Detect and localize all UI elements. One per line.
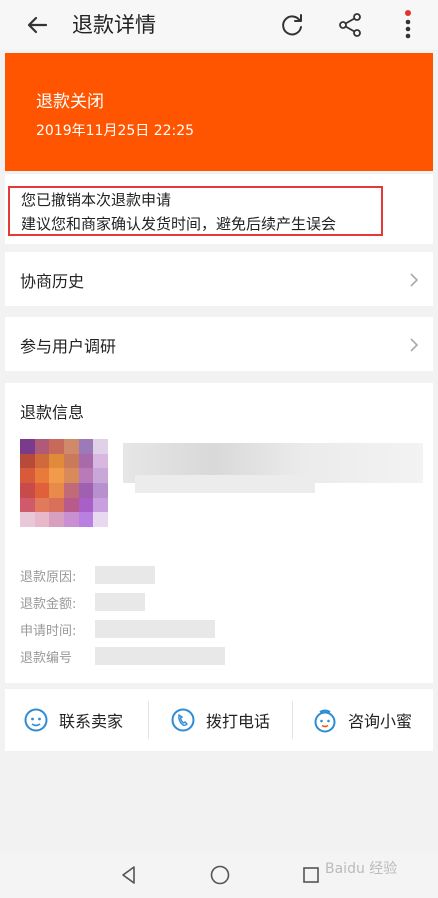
chat-face-icon xyxy=(24,708,48,732)
notice-line-2: 建议您和商家确认发货时间，避免后续产生误会 xyxy=(21,215,337,233)
refund-amount-value-blurred xyxy=(95,593,145,611)
call-label: 拨打电话 xyxy=(206,712,271,731)
action-bar: 联系卖家 拨打电话 咨询小蜜 xyxy=(5,689,433,751)
assistant-face-icon xyxy=(314,709,336,733)
user-research-row[interactable]: 参与用户调研 xyxy=(5,317,433,371)
refund-status-title: 退款关闭 xyxy=(36,92,104,112)
refund-notice: 您已撤销本次退款申请 建议您和商家确认发货时间，避免后续产生误会 xyxy=(5,174,433,244)
refund-reason-label: 退款原因: xyxy=(20,570,77,585)
consult-assistant-label: 咨询小蜜 xyxy=(348,712,413,731)
share-icon[interactable] xyxy=(336,11,364,39)
refund-reason-value-blurred xyxy=(95,566,155,584)
product-thumbnail[interactable] xyxy=(20,439,108,527)
product-spec-blurred xyxy=(135,475,315,493)
notification-dot xyxy=(405,10,411,16)
notice-line-1: 您已撤销本次退款申请 xyxy=(21,191,172,209)
apply-time-value-blurred xyxy=(95,620,215,638)
contact-seller-button[interactable]: 联系卖家 xyxy=(23,689,123,751)
consult-assistant-button[interactable]: 咨询小蜜 xyxy=(312,689,412,751)
user-research-label: 参与用户调研 xyxy=(20,337,117,356)
nav-home-icon[interactable] xyxy=(209,864,231,886)
refresh-icon[interactable] xyxy=(278,11,306,39)
negotiation-history-row[interactable]: 协商历史 xyxy=(5,252,433,306)
nav-recents-icon[interactable] xyxy=(300,864,322,886)
phone-icon xyxy=(171,708,195,732)
refund-status-banner: 退款关闭 2019年11月25日 22:25 xyxy=(5,53,433,171)
divider xyxy=(292,701,293,739)
refund-number-value-blurred xyxy=(95,647,225,665)
refund-info-header: 退款信息 xyxy=(20,403,85,422)
back-arrow-icon[interactable] xyxy=(24,11,52,39)
top-bar: 退款详情 xyxy=(0,0,438,50)
refund-amount-label: 退款金额: xyxy=(20,597,77,612)
call-button[interactable]: 拨打电话 xyxy=(170,689,270,751)
chevron-right-icon xyxy=(410,338,419,352)
refund-info-section: 退款信息 退款原因: 退款金额: 申请时间: 退款编号 xyxy=(5,383,433,683)
page-title: 退款详情 xyxy=(72,13,156,37)
chevron-right-icon xyxy=(410,273,419,287)
more-menu-button[interactable] xyxy=(398,10,418,40)
baidu-watermark: Baidu 经验 xyxy=(325,861,398,877)
refund-number-label: 退款编号 xyxy=(20,651,73,666)
refund-status-time: 2019年11月25日 22:25 xyxy=(36,123,195,139)
apply-time-label: 申请时间: xyxy=(20,624,77,639)
nav-back-icon[interactable] xyxy=(118,864,140,886)
divider xyxy=(148,701,149,739)
negotiation-history-label: 协商历史 xyxy=(20,272,85,291)
contact-seller-label: 联系卖家 xyxy=(59,712,124,731)
